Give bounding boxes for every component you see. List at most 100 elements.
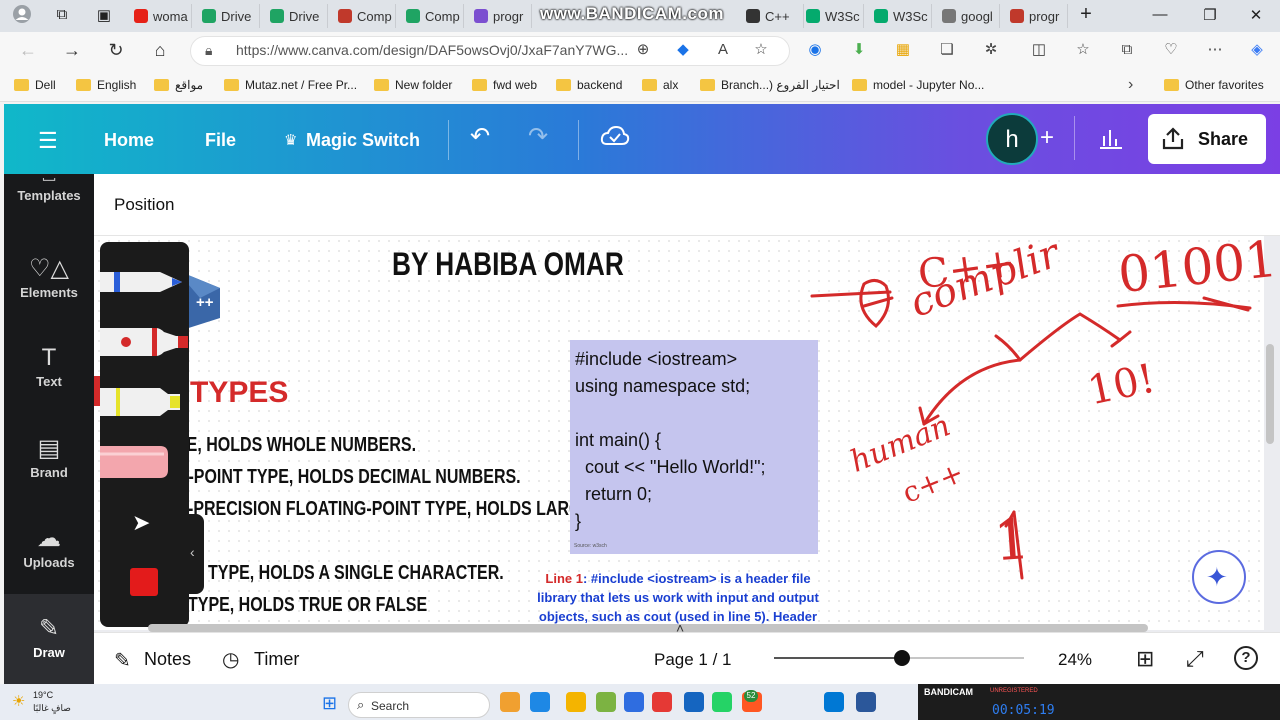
type-description-line[interactable]: TYPE, HOLDS TRUE OR FALSE (188, 594, 427, 617)
browser-tab[interactable]: W3Sc (868, 4, 932, 28)
sidebar-item-uploads[interactable]: ☁ Uploads (4, 524, 94, 570)
explanation-text[interactable]: Line 1: #include <iostream> is a header … (520, 569, 836, 626)
avatar[interactable]: h (986, 113, 1038, 165)
bookmark-item[interactable]: alx (642, 78, 678, 92)
eraser-tool[interactable] (100, 442, 189, 487)
home-icon[interactable]: ⌂ (148, 40, 172, 61)
bookmark-item[interactable]: Dell (14, 78, 56, 92)
file-button[interactable]: File (205, 130, 236, 151)
redo-icon[interactable]: ↷ (528, 122, 548, 151)
browser-tab[interactable]: progr (468, 4, 532, 28)
browser-tab[interactable]: Comp (332, 4, 396, 28)
color-swatch[interactable] (130, 568, 158, 596)
sidebar-item-draw[interactable]: ✎ Draw (4, 614, 94, 660)
extension-icon-2[interactable]: ⬇ (850, 41, 868, 59)
zoom-level[interactable]: 24% (1058, 650, 1092, 670)
weather-temp[interactable]: 19°C (33, 690, 53, 700)
select-pointer-icon[interactable]: ➤ (132, 510, 150, 536)
widgets-icon[interactable] (500, 692, 520, 712)
workspaces-icon[interactable]: ⧉ (52, 6, 72, 23)
performance-icon[interactable]: ♡ (1162, 41, 1180, 59)
page-indicator[interactable]: Page 1 / 1 (654, 650, 732, 670)
back-icon[interactable]: ← (16, 40, 40, 61)
analytics-icon[interactable] (1098, 126, 1124, 155)
marker-tool[interactable] (100, 322, 189, 367)
home-button[interactable]: Home (104, 130, 154, 151)
favorite-star-icon[interactable]: ☆ (752, 41, 770, 59)
extension-icon-4[interactable]: ❏ (938, 41, 956, 59)
minimize-icon[interactable]: — (1150, 6, 1170, 23)
types-heading[interactable]: TYPES (190, 376, 288, 410)
taskbar-search[interactable]: ⌕ Search (348, 692, 490, 718)
position-button[interactable]: Position (114, 195, 174, 215)
bandicam-recorder[interactable]: BANDICAM UNREGISTERED 00:05:19 (918, 684, 1280, 720)
word-icon[interactable] (856, 692, 876, 712)
file-explorer-icon[interactable] (566, 692, 586, 712)
bookmark-item[interactable]: Branch...) احتيار الفروع (700, 78, 840, 92)
bookmark-item[interactable]: English (76, 78, 136, 92)
forward-icon[interactable]: → (60, 40, 84, 61)
bookmark-item[interactable]: مواقع (154, 78, 203, 92)
type-description-line[interactable]: TYPE, HOLDS A SINGLE CHARACTER. (208, 562, 504, 585)
bookmark-item[interactable]: Other favorites (1164, 78, 1264, 92)
bookmark-item[interactable]: model - Jupyter No... (852, 78, 984, 92)
sidebar-item-brand[interactable]: ▤ Brand (4, 434, 94, 480)
magic-assistant-button[interactable]: ✦ (1192, 550, 1246, 604)
grid-view-icon[interactable]: ⊞ (1136, 646, 1154, 672)
new-tab-icon[interactable]: + (1076, 3, 1096, 26)
url-text[interactable]: https://www.canva.com/design/DAF5owsOvj0… (236, 42, 628, 58)
bookmark-item[interactable]: New folder (374, 78, 452, 92)
zoom-slider[interactable] (774, 650, 1024, 666)
teams-icon[interactable] (530, 692, 550, 712)
undo-icon[interactable]: ↶ (470, 122, 490, 151)
sidebar-item-elements[interactable]: ♡△ Elements (4, 254, 94, 300)
share-button[interactable]: Share (1148, 114, 1266, 164)
extension-icon-1[interactable]: ◉ (806, 41, 824, 59)
fullscreen-icon[interactable]: ⤢ (1186, 646, 1204, 672)
help-icon[interactable]: ? (1234, 646, 1258, 670)
profile-icon[interactable] (12, 4, 32, 28)
split-screen-icon[interactable]: ◫ (1030, 41, 1048, 59)
more-menu-icon[interactable]: ⋯ (1206, 41, 1224, 59)
whatsapp-icon[interactable] (712, 692, 732, 712)
design-title[interactable]: BY HABIBA OMAR (392, 246, 624, 283)
browser-tab[interactable]: progr (1004, 4, 1068, 28)
pdf-icon[interactable] (652, 692, 672, 712)
bookmark-item[interactable]: Mutaz.net / Free Pr... (224, 78, 357, 92)
bookmark-item[interactable]: fwd web (472, 78, 537, 92)
zoom-icon[interactable]: ⊕ (634, 41, 652, 59)
vscode-icon[interactable] (684, 692, 704, 712)
browser-tab[interactable]: Drive (264, 4, 328, 28)
horizontal-scrollbar[interactable] (148, 624, 1148, 632)
type-description-line[interactable]: -PRECISION FLOATING-POINT TYPE, HOLDS LA… (188, 498, 604, 521)
windows-start-icon[interactable]: ⊞ (322, 693, 337, 714)
type-description-line[interactable]: G-POINT TYPE, HOLDS DECIMAL NUMBERS. (176, 466, 521, 489)
chrome-icon[interactable] (596, 692, 616, 712)
cloud-saved-icon[interactable] (600, 124, 630, 155)
pen-tool[interactable] (100, 262, 189, 307)
highlighter-tool[interactable] (100, 382, 189, 427)
zoom-slider-thumb[interactable] (893, 650, 910, 666)
vertical-scrollbar[interactable] (1266, 344, 1274, 444)
store-icon[interactable] (624, 692, 644, 712)
browser-tab[interactable]: googl (936, 4, 1000, 28)
type-description-line[interactable]: PE, HOLDS WHOLE NUMBERS. (176, 434, 416, 457)
extension-icon-3[interactable]: ▦ (894, 41, 912, 59)
browser-tab[interactable]: woma (128, 4, 192, 28)
tag-icon[interactable]: ◆ (674, 41, 692, 59)
collections-icon[interactable]: ⧉ (1118, 41, 1136, 59)
magic-switch-button[interactable]: Magic Switch (306, 130, 420, 151)
collapse-draw-panel-tab[interactable]: ‹ (186, 514, 204, 594)
browser-tab[interactable]: Drive (196, 4, 260, 28)
close-window-icon[interactable]: ✕ (1246, 6, 1266, 24)
bookmark-item[interactable]: backend (556, 78, 622, 92)
add-people-icon[interactable]: + (1040, 124, 1054, 152)
read-aloud-icon[interactable]: A (714, 41, 732, 59)
browser-tab[interactable]: C++ (740, 4, 804, 28)
sidebar-item-templates[interactable]: ▭ Templates (4, 178, 94, 203)
favorites-icon[interactable]: ☆ (1074, 41, 1092, 59)
browser-tab[interactable]: W3Sc (800, 4, 864, 28)
bookmarks-overflow-icon[interactable]: › (1128, 76, 1133, 94)
code-snippet-box[interactable]: #include <iostream> using namespace std; i… (570, 340, 818, 554)
timer-button[interactable]: Timer (254, 649, 299, 670)
